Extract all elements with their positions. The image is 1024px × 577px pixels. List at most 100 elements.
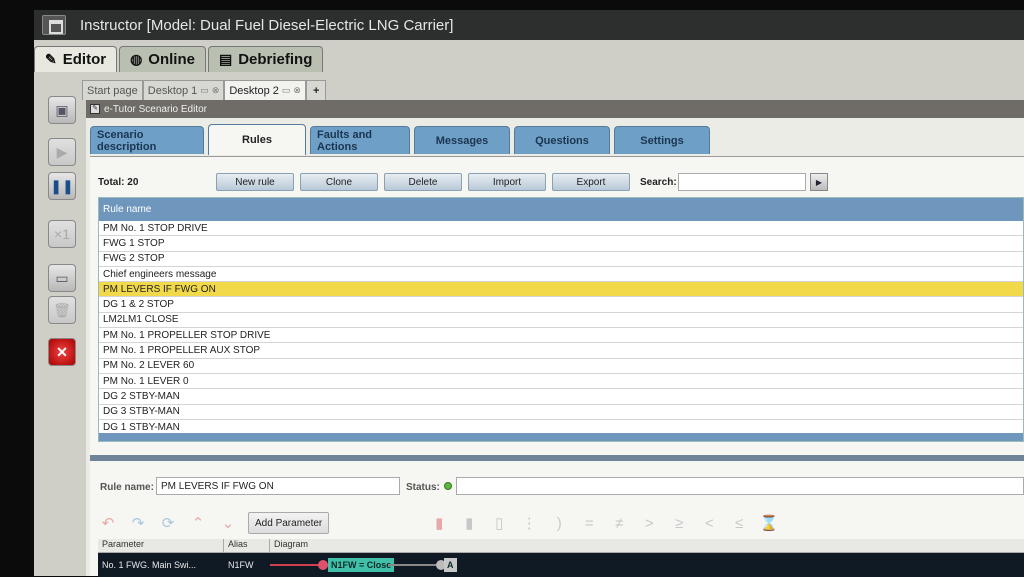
column-header-rule-name[interactable]: Rule name bbox=[99, 198, 1023, 221]
tab-questions[interactable]: Questions bbox=[514, 126, 610, 154]
table-row[interactable]: DG 1 & 2 STOP bbox=[99, 297, 1023, 313]
tab-faults-and-actions[interactable]: Faults and Actions bbox=[310, 126, 410, 154]
panel-splitter[interactable] bbox=[90, 455, 1024, 461]
column-diagram: Diagram bbox=[274, 539, 309, 549]
table-row[interactable]: DG 2 STBY-MAN bbox=[99, 389, 1023, 405]
close-tab-icon[interactable]: ⊗ bbox=[293, 85, 301, 96]
tab-label: Settings bbox=[640, 134, 684, 147]
table-row[interactable]: PM LEVERS IF FWG ON bbox=[99, 282, 1023, 298]
table-row[interactable]: PM No. 1 PROPELLER AUX STOP bbox=[99, 343, 1023, 359]
desktop-tabs: Start page Desktop 1 ▭ ⊗ Desktop 2 ▭ ⊗ + bbox=[82, 80, 327, 100]
play-button[interactable]: ▶ bbox=[48, 138, 76, 166]
tab-editor-label: Editor bbox=[62, 51, 107, 68]
tab-desktop-1-label: Desktop 1 bbox=[147, 84, 198, 97]
tab-desktop-2[interactable]: Desktop 2 ▭ ⊗ bbox=[224, 80, 306, 100]
tab-debriefing[interactable]: ▤ Debriefing bbox=[207, 46, 324, 72]
speed-button[interactable]: ×1 bbox=[48, 220, 76, 248]
screen: Instructor [Model: Dual Fuel Diesel-Elec… bbox=[0, 0, 1024, 577]
less-button[interactable]: < bbox=[699, 513, 719, 533]
tab-label: Messages bbox=[435, 134, 489, 147]
rule-name-field[interactable]: PM LEVERS IF FWG ON bbox=[156, 477, 400, 495]
parameter-name: No. 1 FWG. Main Swi... bbox=[102, 560, 197, 570]
tab-start-page-label: Start page bbox=[87, 84, 138, 97]
pause-button[interactable]: ❚❚ bbox=[48, 172, 76, 200]
greater-equal-button[interactable]: ≥ bbox=[669, 513, 689, 533]
search-input[interactable] bbox=[678, 173, 806, 191]
table-row[interactable]: FWG 2 STOP bbox=[99, 252, 1023, 267]
parameter-row[interactable]: No. 1 FWG. Main Swi... N1FW N1FW = Close… bbox=[98, 553, 1024, 577]
parameters-header: Parameter Alias Diagram bbox=[98, 539, 1024, 553]
rules-panel: Total: 20 New rule Clone Delete Import E… bbox=[90, 156, 1024, 577]
clone-button[interactable]: Clone bbox=[300, 173, 378, 191]
and-gate-icon[interactable]: ▮ bbox=[429, 513, 449, 533]
globe-icon: ◍ bbox=[130, 51, 143, 67]
close-button[interactable]: ✕ bbox=[48, 338, 76, 366]
scenario-editor-window: ✎ e-Tutor Scenario Editor Scenario descr… bbox=[86, 100, 1024, 577]
app-icon bbox=[42, 15, 66, 35]
book-icon: ▤ bbox=[218, 51, 233, 67]
add-tab-label: + bbox=[312, 84, 320, 97]
tab-rules[interactable]: Rules bbox=[208, 124, 306, 155]
parameter-alias: N1FW bbox=[228, 560, 254, 570]
import-button[interactable]: Import bbox=[468, 173, 546, 191]
table-row[interactable]: PM No. 1 STOP DRIVE bbox=[99, 221, 1023, 237]
pencil-icon: ✎ bbox=[45, 51, 57, 67]
table-row[interactable]: Chief engineers message bbox=[99, 267, 1023, 283]
table-row[interactable]: LM2LM1 CLOSE bbox=[99, 313, 1023, 329]
table-row[interactable]: PM No. 2 LEVER 60 bbox=[99, 359, 1023, 374]
tab-online-label: Online bbox=[148, 51, 195, 68]
search-go-button[interactable]: ▶ bbox=[810, 173, 828, 191]
condition-block[interactable]: N1FW = Close bbox=[328, 558, 395, 572]
editor-header: ✎ e-Tutor Scenario Editor bbox=[86, 100, 1024, 118]
logic-toolbar: ↶ ↷ ⟳ ⌃ ⌄ Add Parameter ▮ ▮ ▯ ⋮ ) = ≠ > … bbox=[98, 511, 1024, 535]
add-tab-button[interactable]: + bbox=[305, 80, 327, 100]
new-rule-button[interactable]: New rule bbox=[216, 173, 294, 191]
close-tab-icon[interactable]: ⊗ bbox=[212, 85, 220, 96]
status-label: Status: bbox=[406, 482, 440, 493]
bracket-icon[interactable]: ) bbox=[549, 513, 569, 533]
window-titlebar: Instructor [Model: Dual Fuel Diesel-Elec… bbox=[34, 10, 1024, 40]
close-icon: ✕ bbox=[56, 343, 68, 360]
snapshot-button[interactable]: ▭ bbox=[48, 264, 76, 292]
gate-block[interactable]: A bbox=[444, 558, 457, 572]
not-equals-button[interactable]: ≠ bbox=[609, 513, 629, 533]
tab-scenario-description[interactable]: Scenario description bbox=[90, 126, 204, 154]
delay-icon[interactable]: ⋮ bbox=[519, 513, 539, 533]
table-row[interactable]: PM No. 1 LEVER 0 bbox=[99, 374, 1023, 390]
trash-button[interactable]: 🗑 bbox=[48, 296, 76, 324]
not-gate-icon[interactable]: ▯ bbox=[489, 513, 509, 533]
delete-button[interactable]: Delete bbox=[384, 173, 462, 191]
tab-online[interactable]: ◍ Online bbox=[119, 46, 206, 72]
diagram-wire bbox=[388, 564, 440, 566]
add-parameter-button[interactable]: Add Parameter bbox=[248, 512, 330, 534]
table-row[interactable]: PM No. 1 PROPELLER STOP DRIVE bbox=[99, 328, 1023, 344]
greater-button[interactable]: > bbox=[639, 513, 659, 533]
section-tabs: Scenario description Rules Faults and Ac… bbox=[90, 124, 710, 156]
grid-footer bbox=[99, 433, 1023, 441]
redo-icon[interactable]: ↷ bbox=[128, 513, 148, 533]
refresh-icon[interactable]: ⟳ bbox=[158, 513, 178, 533]
tab-settings[interactable]: Settings bbox=[614, 126, 710, 154]
move-down-icon[interactable]: ⌄ bbox=[218, 513, 238, 533]
tab-editor[interactable]: ✎ Editor bbox=[34, 46, 118, 72]
undo-icon[interactable]: ↶ bbox=[98, 513, 118, 533]
export-button[interactable]: Export bbox=[552, 173, 630, 191]
table-row[interactable]: DG 3 STBY-MAN bbox=[99, 405, 1023, 420]
rule-name-label: Rule name: bbox=[100, 482, 154, 493]
save-button[interactable]: ▣ bbox=[48, 96, 76, 124]
move-up-icon[interactable]: ⌃ bbox=[188, 513, 208, 533]
rules-grid: Rule name PM No. 1 STOP DRIVE FWG 1 STOP F… bbox=[98, 197, 1024, 442]
tool-rail: ▣ ▶ ❚❚ ×1 ▭ 🗑 ✕ bbox=[40, 88, 82, 576]
floppy-icon: ▣ bbox=[55, 101, 69, 118]
tab-desktop-1[interactable]: Desktop 1 ▭ ⊗ bbox=[142, 80, 225, 100]
status-field[interactable] bbox=[456, 477, 1024, 495]
play-icon: ▶ bbox=[815, 177, 823, 187]
tab-start-page[interactable]: Start page bbox=[82, 80, 143, 100]
table-row[interactable]: FWG 1 STOP bbox=[99, 236, 1023, 252]
hourglass-icon[interactable]: ⌛ bbox=[759, 513, 779, 533]
less-equal-button[interactable]: ≤ bbox=[729, 513, 749, 533]
rules-toolbar: Total: 20 New rule Clone Delete Import E… bbox=[98, 173, 1018, 191]
tab-messages[interactable]: Messages bbox=[414, 126, 510, 154]
or-gate-icon[interactable]: ▮ bbox=[459, 513, 479, 533]
equals-button[interactable]: = bbox=[579, 513, 599, 533]
